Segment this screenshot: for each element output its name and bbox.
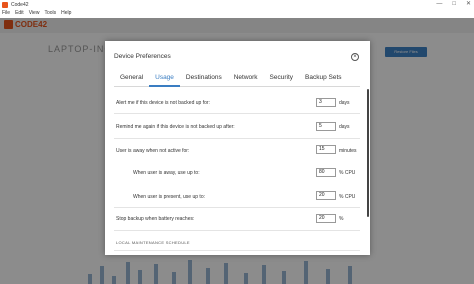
- battery-label: Stop backup when battery reaches:: [116, 216, 195, 222]
- user-away-label: User is away when not active for:: [116, 148, 190, 154]
- dialog-title: Device Preferences: [114, 53, 171, 60]
- tab-security[interactable]: Security: [264, 73, 299, 87]
- window-controls: — □ ✕: [436, 0, 471, 9]
- maximize-button[interactable]: □: [452, 0, 456, 9]
- divider: [114, 207, 360, 208]
- cpu-away-input[interactable]: 80: [316, 168, 336, 177]
- battery-unit: %: [339, 216, 344, 222]
- cpu-present-input[interactable]: 20: [316, 191, 336, 200]
- menu-bar: File Edit View Tools Help: [0, 9, 474, 18]
- title-bar: Code42 — □ ✕: [0, 0, 474, 9]
- remind-again-label: Remind me again if this device is not ba…: [116, 124, 235, 130]
- dialog-scrollbar[interactable]: [367, 89, 369, 217]
- tab-network[interactable]: Network: [228, 73, 264, 87]
- alert-days-input[interactable]: 3: [316, 98, 336, 107]
- divider: [114, 250, 360, 251]
- close-window-button[interactable]: ✕: [466, 0, 471, 9]
- window-title: Code42: [11, 1, 29, 8]
- tab-backup-sets[interactable]: Backup Sets: [299, 73, 348, 87]
- cpu-away-label: When user is away, use up to:: [133, 170, 200, 176]
- divider: [114, 230, 360, 231]
- alert-days-unit: days: [339, 100, 350, 106]
- app-icon: [2, 1, 8, 8]
- device-preferences-dialog: Device Preferences × General Usage Desti…: [105, 41, 370, 255]
- menu-help[interactable]: Help: [61, 9, 71, 18]
- cpu-present-unit: % CPU: [339, 194, 356, 200]
- tab-destinations[interactable]: Destinations: [180, 73, 228, 87]
- divider: [114, 113, 360, 114]
- minimize-button[interactable]: —: [436, 0, 442, 9]
- tab-usage[interactable]: Usage: [149, 73, 180, 87]
- menu-edit[interactable]: Edit: [15, 9, 24, 18]
- cpu-away-unit: % CPU: [339, 170, 356, 176]
- remind-days-unit: days: [339, 124, 350, 130]
- cpu-present-label: When user is present, use up to:: [133, 194, 205, 200]
- menu-tools[interactable]: Tools: [44, 9, 56, 18]
- alert-not-backed-up-label: Alert me if this device is not backed up…: [116, 100, 210, 106]
- remind-days-input[interactable]: 5: [316, 122, 336, 131]
- close-icon[interactable]: ×: [351, 53, 359, 61]
- tab-general[interactable]: General: [114, 73, 149, 87]
- section-heading: LOCAL MAINTENANCE SCHEDULE: [116, 240, 190, 245]
- user-away-minutes-unit: minutes: [339, 148, 357, 154]
- preferences-tabs: General Usage Destinations Network Secur…: [114, 73, 360, 87]
- user-away-minutes-input[interactable]: 15: [316, 145, 336, 154]
- battery-input[interactable]: 20: [316, 214, 336, 223]
- menu-file[interactable]: File: [2, 9, 10, 18]
- menu-view[interactable]: View: [29, 9, 40, 18]
- divider: [114, 138, 360, 139]
